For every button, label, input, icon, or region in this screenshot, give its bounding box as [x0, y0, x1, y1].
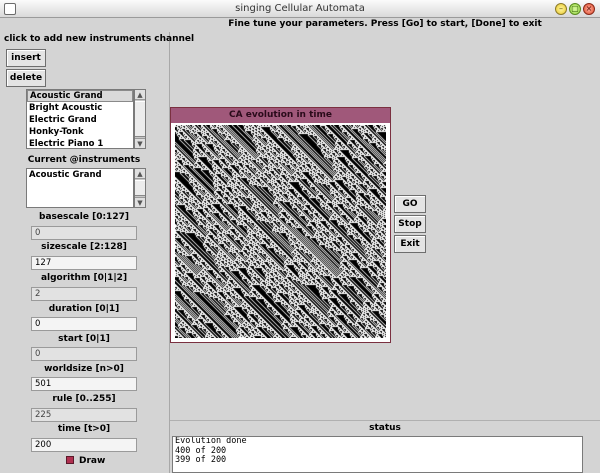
status-log: Evolution done 400 of 200 399 of 200 — [172, 436, 583, 473]
scroll-down-icon[interactable]: ▼ — [135, 138, 145, 148]
go-button[interactable]: GO — [394, 195, 426, 213]
status-line: Evolution done — [175, 436, 247, 446]
minimize-icon[interactable]: – — [555, 3, 567, 15]
maximize-icon[interactable]: ▢ — [569, 3, 581, 15]
list-item[interactable]: Electric Grand — [27, 114, 133, 126]
ca-window-title[interactable]: CA evolution in time — [171, 108, 390, 123]
delete-button[interactable]: delete — [6, 69, 46, 87]
worldsize-label: worldsize [n>0] — [44, 364, 124, 374]
add-channel-heading: click to add new instruments channel — [4, 34, 195, 44]
parameter-panel: click to add new instruments channel ins… — [0, 32, 194, 473]
instruction-text: Fine tune your parameters. Press [Go] to… — [228, 19, 542, 29]
list-item[interactable]: Honky-Tonk — [27, 126, 133, 138]
sizescale-input[interactable]: 127 — [31, 256, 137, 270]
scroll-up-icon[interactable]: ▲ — [135, 90, 145, 100]
rule-input[interactable]: 225 — [31, 408, 137, 422]
start-label: start [0|1] — [58, 334, 110, 344]
draw-checkbox[interactable]: Draw — [66, 456, 105, 466]
sizescale-label: sizescale [2:128] — [41, 242, 127, 252]
ca-evolution-window: CA evolution in time — [170, 107, 391, 343]
status-line: 399 of 200 — [175, 455, 227, 465]
algorithm-input[interactable]: 2 — [31, 287, 137, 301]
basescale-label: basescale [0:127] — [39, 212, 129, 222]
current-list-scrollbar[interactable]: ▲ ▼ — [134, 168, 146, 208]
instrument-list-scrollbar[interactable]: ▲ ▼ — [134, 89, 146, 149]
insert-button[interactable]: insert — [6, 49, 46, 67]
list-item[interactable]: Bright Acoustic — [27, 102, 133, 114]
status-line: 400 of 200 — [175, 445, 227, 456]
time-input[interactable]: 200 — [31, 438, 137, 452]
worldsize-input[interactable]: 501 — [31, 377, 137, 391]
window-titlebar[interactable]: singing Cellular Automata – ▢ × — [0, 0, 600, 18]
scroll-up-icon[interactable]: ▲ — [135, 169, 145, 179]
algorithm-label: algorithm [0|1|2] — [40, 273, 128, 283]
ca-evolution-canvas — [175, 125, 386, 338]
stop-button[interactable]: Stop — [394, 215, 426, 233]
current-instruments-label: Current @instruments — [27, 155, 141, 165]
status-heading: status — [170, 420, 600, 435]
scroll-down-icon[interactable]: ▼ — [135, 197, 145, 207]
list-item[interactable]: Acoustic Grand — [29, 170, 131, 180]
rule-label: rule [0..255] — [52, 394, 116, 404]
time-label: time [t>0] — [57, 424, 111, 434]
duration-label: duration [0|1] — [48, 304, 120, 314]
close-icon[interactable]: × — [583, 3, 595, 15]
draw-label: Draw — [79, 456, 106, 466]
basescale-input[interactable]: 0 — [31, 226, 137, 240]
instrument-list[interactable]: Acoustic Grand Bright Acoustic Electric … — [26, 89, 134, 149]
window-title: singing Cellular Automata — [235, 3, 365, 14]
scroll-thumb[interactable] — [135, 180, 145, 196]
list-item[interactable]: Electric Piano 1 — [27, 138, 133, 148]
duration-input[interactable]: 0 — [31, 317, 137, 331]
scroll-thumb[interactable] — [135, 101, 145, 137]
exit-button[interactable]: Exit — [394, 235, 426, 253]
list-item[interactable]: Acoustic Grand — [27, 90, 133, 102]
current-instruments-list[interactable]: Acoustic Grand — [26, 168, 134, 208]
start-input[interactable]: 0 — [31, 347, 137, 361]
checkbox-checked-icon[interactable] — [66, 456, 74, 464]
